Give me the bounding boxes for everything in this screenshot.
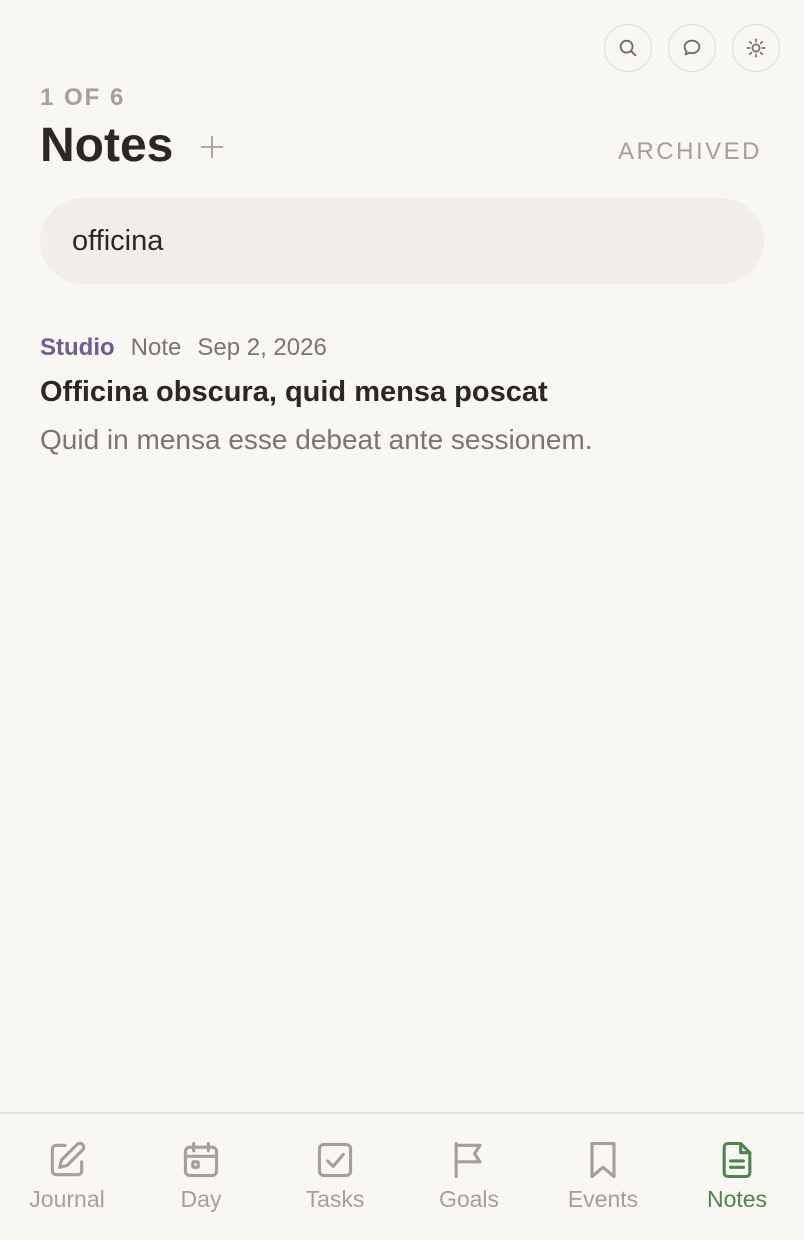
note-title: Officina obscura, quid mensa poscat (40, 376, 548, 408)
note-date: Sep 2, 2026 (197, 334, 327, 361)
title-row: Notes (40, 118, 227, 174)
pencil-square-icon (50, 1141, 86, 1177)
tab-events[interactable]: Events (536, 1114, 670, 1240)
document-icon (722, 1141, 752, 1179)
tab-label: Events (567, 1186, 639, 1212)
tab-notes[interactable]: Notes (670, 1114, 804, 1240)
bottom-tab-bar: Journal Day Tasks Goals Events Notes (0, 1112, 804, 1240)
tab-label: Day (180, 1186, 222, 1212)
tab-goals[interactable]: Goals (402, 1114, 536, 1240)
sun-icon (746, 38, 766, 58)
tab-day[interactable]: Day (134, 1114, 268, 1240)
calendar-icon (183, 1141, 219, 1178)
notes-screen: 1 OF 6 Notes ARCHIVED Studio Note Sep 2,… (0, 0, 804, 1240)
search-input[interactable] (40, 198, 764, 284)
theme-toggle-button[interactable] (732, 24, 780, 72)
tab-label: Goals (438, 1186, 500, 1212)
note-meta: Studio Note Sep 2, 2026 (40, 330, 764, 366)
tab-label: Tasks (305, 1186, 365, 1212)
note-type: Note (130, 334, 182, 361)
top-actions (604, 24, 780, 72)
tab-journal[interactable]: Journal (0, 1114, 134, 1240)
note-project-tag[interactable]: Studio (40, 330, 115, 366)
chat-bubble-icon (683, 39, 701, 56)
archived-toggle[interactable]: ARCHIVED (618, 138, 762, 166)
tab-label: Notes (706, 1186, 768, 1212)
chat-button[interactable] (668, 24, 716, 72)
list-item[interactable]: Studio Note Sep 2, 2026 Officina obscura… (40, 330, 764, 460)
checkbox-icon (317, 1142, 353, 1178)
bookmark-icon (590, 1141, 616, 1179)
add-note-button[interactable] (197, 132, 227, 162)
note-excerpt: Quid in mensa esse debeat ante sessionem… (40, 424, 593, 455)
search-button[interactable] (604, 24, 652, 72)
tab-label: Journal (29, 1186, 105, 1212)
plus-icon (200, 135, 224, 159)
page-title: Notes (40, 119, 174, 172)
flag-icon (454, 1141, 482, 1179)
result-counter: 1 OF 6 (40, 84, 126, 111)
search-icon (619, 39, 637, 57)
tab-tasks[interactable]: Tasks (268, 1114, 402, 1240)
